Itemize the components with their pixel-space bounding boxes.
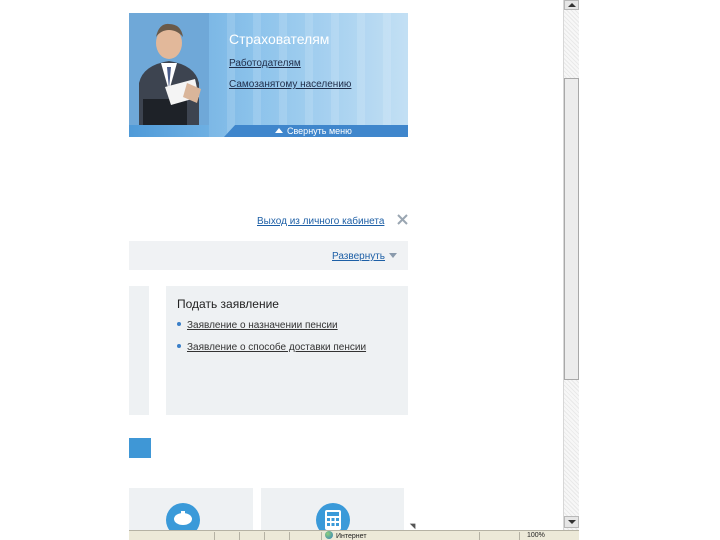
expand-label: Развернуть — [332, 251, 386, 262]
employers-link[interactable]: Работодателям — [229, 58, 301, 69]
employers-banner: Страхователям Работодателям Самозанятому… — [129, 13, 408, 137]
status-divider — [214, 532, 215, 540]
apply-panel-title: Подать заявление — [177, 297, 279, 311]
scroll-thumb[interactable] — [564, 78, 579, 380]
banner-title: Страхователям — [229, 31, 330, 47]
logout-link[interactable]: Выход из личного кабинета — [257, 216, 384, 227]
piggybank-icon — [166, 503, 200, 530]
expand-arrow-icon — [389, 253, 398, 258]
expand-button[interactable]: Развернуть — [332, 251, 398, 262]
accent-block — [129, 438, 151, 458]
left-panel — [129, 286, 149, 415]
pension-delivery-link[interactable]: Заявление о способе доставки пенсии — [177, 342, 366, 353]
pension-assignment-link[interactable]: Заявление о назначении пенсии — [177, 320, 338, 331]
apply-panel: Подать заявление Заявление о назначении … — [166, 286, 408, 415]
globe-icon — [325, 531, 333, 539]
person-photo — [129, 13, 209, 125]
service-tile-savings[interactable] — [129, 488, 253, 530]
browser-viewport: Страхователям Работодателям Самозанятому… — [129, 0, 561, 530]
status-divider — [289, 532, 290, 540]
status-divider — [321, 532, 322, 540]
bullet-icon — [177, 344, 181, 348]
status-divider — [479, 532, 480, 540]
status-divider — [239, 532, 240, 540]
security-zone: Интернет — [325, 531, 367, 540]
status-divider — [264, 532, 265, 540]
vertical-scrollbar[interactable] — [563, 0, 579, 530]
status-divider — [519, 532, 520, 540]
arrow-down-icon — [568, 520, 576, 524]
close-icon[interactable] — [397, 214, 408, 225]
calculator-icon — [316, 503, 350, 530]
collapse-menu-label: Свернуть меню — [287, 126, 352, 136]
scroll-down-button[interactable] — [564, 516, 579, 528]
arrow-up-icon — [568, 3, 576, 7]
self-employed-link[interactable]: Самозанятому населению — [229, 79, 351, 90]
status-bar: Интернет 100% — [129, 530, 579, 540]
service-tile-calculator[interactable] — [261, 488, 404, 530]
zoom-level[interactable]: 100% — [527, 531, 545, 540]
collapse-menu-button[interactable]: Свернуть меню — [275, 125, 352, 137]
scroll-up-button[interactable] — [564, 0, 579, 10]
bullet-icon — [177, 322, 181, 326]
collapse-arrow-icon — [275, 128, 283, 133]
